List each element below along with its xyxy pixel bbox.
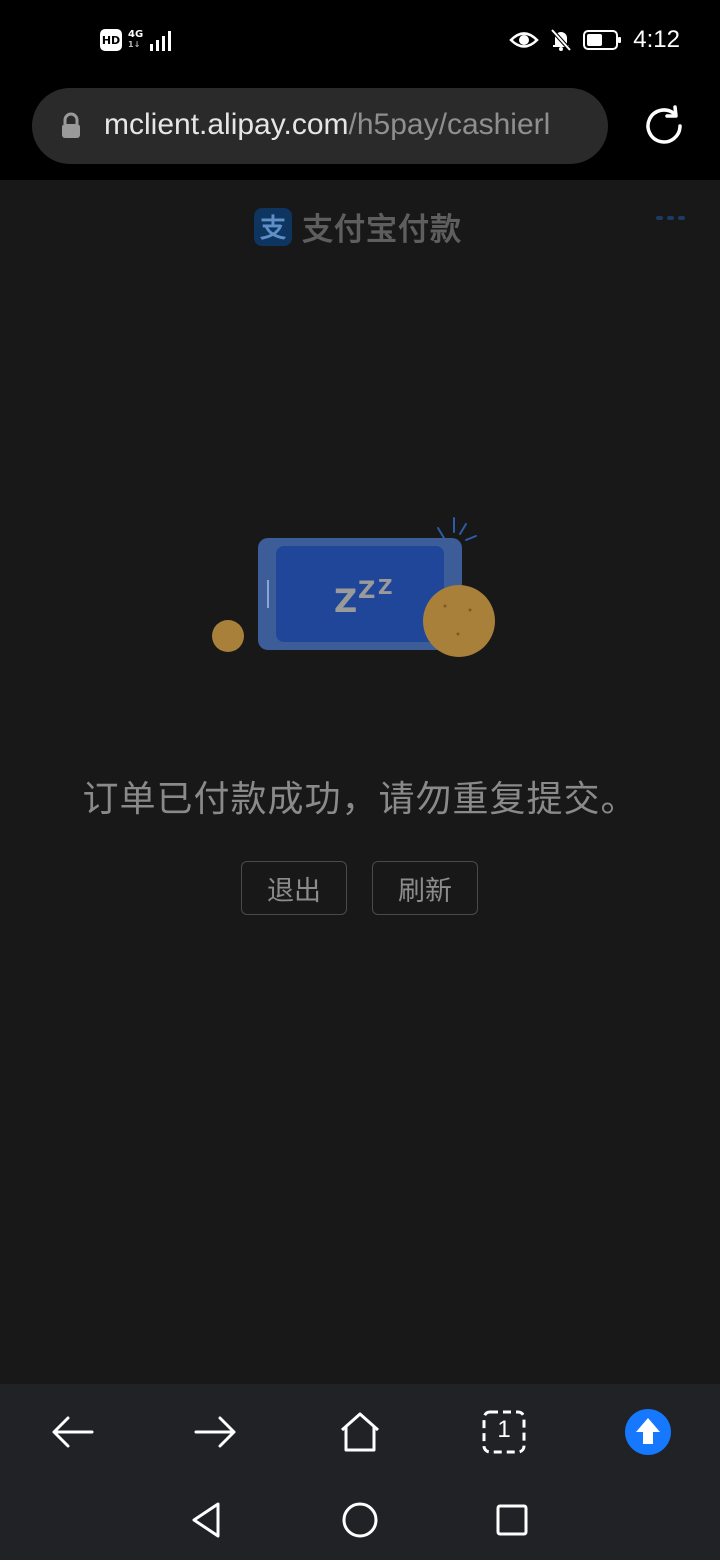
zzz-letter: Z [358,576,375,604]
sleeping-phone-illustration: ZZ Z [212,517,495,657]
eye-icon [509,32,540,48]
battery-icon [583,30,622,50]
more-dot [656,216,663,220]
small-coin [212,620,244,652]
zzz-letter: Z [378,575,393,599]
refresh-button[interactable]: 刷新 [372,861,478,915]
nav-recents-icon[interactable] [492,1500,532,1540]
alipay-logo-icon: 支 [254,207,292,246]
url-text[interactable]: mclient.alipay.com/h5pay/cashierl [104,108,550,142]
status-left: HD 4G 1↓ [100,28,175,52]
more-dot [678,216,685,220]
upgrade-icon[interactable] [624,1408,672,1456]
web-page: 支 支付宝付款 ZZ Z 订单已付款成功，请勿重复提交。 退出 刷新 [0,180,720,1384]
network-type: 4G 1↓ [128,30,143,50]
hd-badge: HD [100,29,122,51]
more-dot [667,216,674,220]
bell-muted-icon [550,28,572,52]
nav-home-icon[interactable] [340,1500,380,1540]
status-bar: HD 4G 1↓ 4:12 [0,0,720,84]
page-header: 支 支付宝付款 [0,180,720,266]
clock: 4:12 [633,26,680,53]
sparkle-lines [437,517,477,541]
system-navigation-bar [0,1480,720,1560]
exit-button[interactable]: 退出 [241,861,347,915]
home-icon[interactable] [336,1408,384,1456]
tabs-button[interactable]: 1 [480,1408,528,1456]
page-title: 支付宝付款 [302,212,462,248]
forward-icon[interactable] [192,1408,240,1456]
address-bar[interactable]: mclient.alipay.com/h5pay/cashierl [32,88,608,164]
more-options-icon[interactable] [656,216,690,226]
signal-icon [150,31,172,51]
status-right: 4:12 [509,26,680,54]
brand: 支 支付宝付款 [254,204,462,249]
lock-icon [62,112,80,138]
back-icon[interactable] [48,1408,96,1456]
network-label: 4G [128,29,144,40]
browser-toolbar: 1 [0,1384,720,1480]
url-path: /h5pay/cashierl [348,108,551,141]
tab-count: 1 [497,1416,511,1443]
browser-address-area: mclient.alipay.com/h5pay/cashierl [0,84,720,180]
network-sub-label: 1↓ [128,40,141,49]
large-coin [423,585,495,657]
payment-status-message: 订单已付款成功，请勿重复提交。 [82,779,638,820]
zzz-letter: Z [334,582,357,620]
url-host: mclient.alipay.com [104,108,349,141]
nav-back-icon[interactable] [186,1500,226,1540]
reload-icon[interactable] [640,102,688,150]
